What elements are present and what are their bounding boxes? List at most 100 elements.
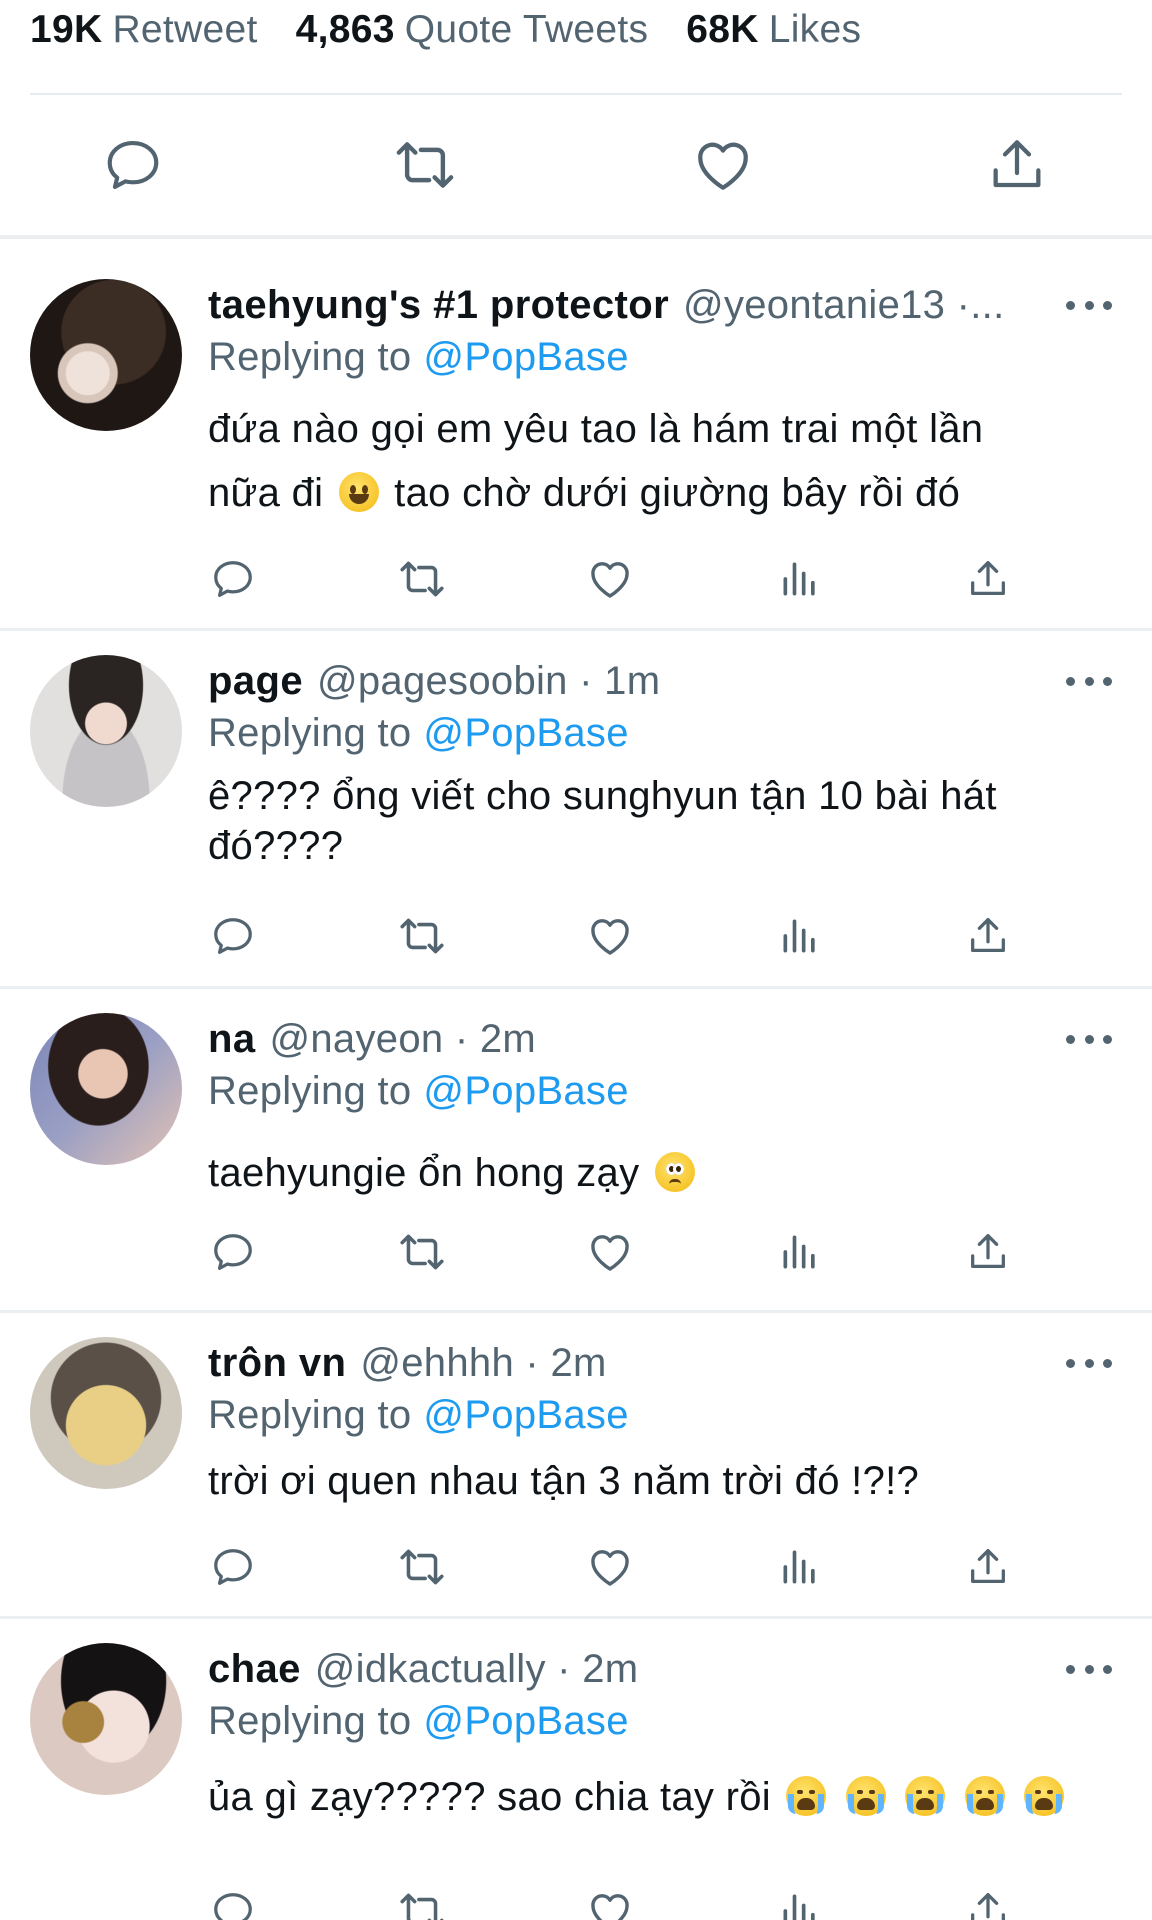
display-name[interactable]: page — [208, 659, 303, 704]
like-button[interactable] — [580, 906, 640, 966]
pleading-face-emoji — [654, 1152, 695, 1192]
replying-label: Replying to — [208, 1068, 412, 1113]
tweet-actions — [0, 549, 1152, 609]
like-button[interactable] — [580, 549, 640, 609]
handle[interactable]: @yeontanie13 ·... — [683, 283, 1004, 328]
handle[interactable]: @pagesoobin · 1m — [317, 659, 660, 704]
more-options-button[interactable] — [1066, 295, 1112, 315]
retweet-button[interactable] — [392, 1881, 452, 1920]
more-options-button[interactable] — [1066, 1353, 1112, 1373]
heart-icon — [698, 142, 748, 190]
avatar[interactable] — [30, 279, 182, 431]
analytics-button[interactable] — [770, 549, 830, 609]
reply-icon — [214, 561, 252, 597]
reply-tweet[interactable]: na @nayeon · 2m Replying to @PopBase taehy… — [0, 989, 1152, 1313]
reply-icon — [214, 1549, 252, 1585]
retweet-icon — [400, 918, 444, 954]
analytics-icon — [783, 1550, 815, 1584]
tweet-action-bar — [0, 120, 1152, 210]
reply-button[interactable] — [203, 1881, 263, 1920]
analytics-button[interactable] — [770, 1222, 830, 1282]
heart-icon — [591, 919, 629, 955]
engagement-stats: 19K Retweet 4,863 Quote Tweets 68K Likes — [30, 6, 899, 54]
reply-button[interactable] — [88, 120, 178, 210]
crying-face-emoji — [905, 1776, 946, 1816]
avatar[interactable] — [30, 1643, 182, 1795]
reply-button[interactable] — [203, 1222, 263, 1282]
analytics-icon — [783, 1894, 815, 1920]
replying-to-link[interactable]: @PopBase — [423, 711, 628, 756]
crying-face-emoji — [964, 1776, 1005, 1816]
retweet-button[interactable] — [380, 120, 470, 210]
reply-icon — [214, 1893, 252, 1920]
crying-face-emoji — [786, 1776, 827, 1816]
retweet-icon — [400, 1893, 444, 1920]
crying-face-emoji — [845, 1776, 886, 1816]
analytics-button[interactable] — [770, 1537, 830, 1597]
replying-to-link[interactable]: @PopBase — [423, 1393, 628, 1438]
retweet-icon — [400, 1549, 444, 1585]
reply-tweet[interactable]: page @pagesoobin · 1m Replying to @PopBase… — [0, 631, 1152, 989]
share-button[interactable] — [972, 120, 1062, 210]
like-button[interactable] — [678, 120, 768, 210]
share-button[interactable] — [958, 549, 1018, 609]
handle[interactable]: @nayeon · 2m — [269, 1017, 536, 1062]
analytics-icon — [783, 562, 815, 596]
reply-tweet[interactable]: taehyung's #1 protector @yeontanie13 ·...… — [0, 239, 1152, 631]
analytics-button[interactable] — [770, 1881, 830, 1920]
replying-label: Replying to — [208, 1392, 412, 1437]
like-button[interactable] — [580, 1537, 640, 1597]
retweet-button[interactable] — [392, 549, 452, 609]
retweet-count[interactable]: 19K Retweet — [30, 8, 258, 52]
divider — [30, 93, 1122, 95]
share-icon — [971, 561, 1005, 596]
tweet-actions — [0, 1222, 1152, 1282]
handle[interactable]: @idkactually · 2m — [315, 1647, 639, 1692]
display-name[interactable]: chae — [208, 1647, 301, 1692]
share-button[interactable] — [958, 1537, 1018, 1597]
replying-label: Replying to — [208, 1698, 412, 1743]
avatar[interactable] — [30, 1337, 182, 1489]
tweet-text: trời ơi quen nhau tận 3 năm trời đó !?!? — [208, 1459, 920, 1503]
more-options-button[interactable] — [1066, 671, 1112, 691]
avatar[interactable] — [30, 1013, 182, 1165]
quote-tweets-count[interactable]: 4,863 Quote Tweets — [296, 8, 649, 52]
retweet-button[interactable] — [392, 906, 452, 966]
tweet-text: ủa gì zạy????? sao chia tay rồi — [208, 1767, 1065, 1827]
replying-label: Replying to — [208, 710, 412, 755]
display-name[interactable]: trôn vn — [208, 1341, 346, 1386]
crying-face-emoji — [1024, 1776, 1065, 1816]
share-icon — [971, 918, 1005, 953]
tweet-actions — [0, 906, 1152, 966]
reply-button[interactable] — [203, 1537, 263, 1597]
display-name[interactable]: taehyung's #1 protector — [208, 283, 669, 328]
more-options-button[interactable] — [1066, 1029, 1112, 1049]
retweet-icon — [400, 1234, 444, 1270]
retweet-icon — [400, 561, 444, 597]
analytics-button[interactable] — [770, 906, 830, 966]
avatar[interactable] — [30, 655, 182, 807]
tweet-text: taehyungie ổn hong zạy — [208, 1143, 1062, 1203]
more-options-button[interactable] — [1066, 1659, 1112, 1679]
retweet-button[interactable] — [392, 1537, 452, 1597]
tweet-actions — [0, 1537, 1152, 1597]
display-name[interactable]: na — [208, 1017, 255, 1062]
replying-to-link[interactable]: @PopBase — [423, 1069, 628, 1114]
handle[interactable]: @ehhhh · 2m — [360, 1341, 606, 1386]
heart-icon — [591, 562, 629, 598]
retweet-button[interactable] — [392, 1222, 452, 1282]
reply-tweet[interactable]: chae @idkactually · 2m Replying to @PopBas… — [0, 1619, 1152, 1920]
like-button[interactable] — [580, 1881, 640, 1920]
share-button[interactable] — [958, 906, 1018, 966]
tweet-text: đứa nào gọi em yêu tao là hám trai một l… — [208, 407, 984, 515]
reply-tweet[interactable]: trôn vn @ehhhh · 2m Replying to @PopBase t… — [0, 1313, 1152, 1619]
share-button[interactable] — [958, 1881, 1018, 1920]
replying-to-link[interactable]: @PopBase — [423, 1699, 628, 1744]
reply-button[interactable] — [203, 549, 263, 609]
replying-to-link[interactable]: @PopBase — [423, 335, 628, 380]
share-icon — [971, 1234, 1005, 1269]
likes-count[interactable]: 68K Likes — [686, 8, 861, 52]
like-button[interactable] — [580, 1222, 640, 1282]
share-button[interactable] — [958, 1222, 1018, 1282]
reply-button[interactable] — [203, 906, 263, 966]
